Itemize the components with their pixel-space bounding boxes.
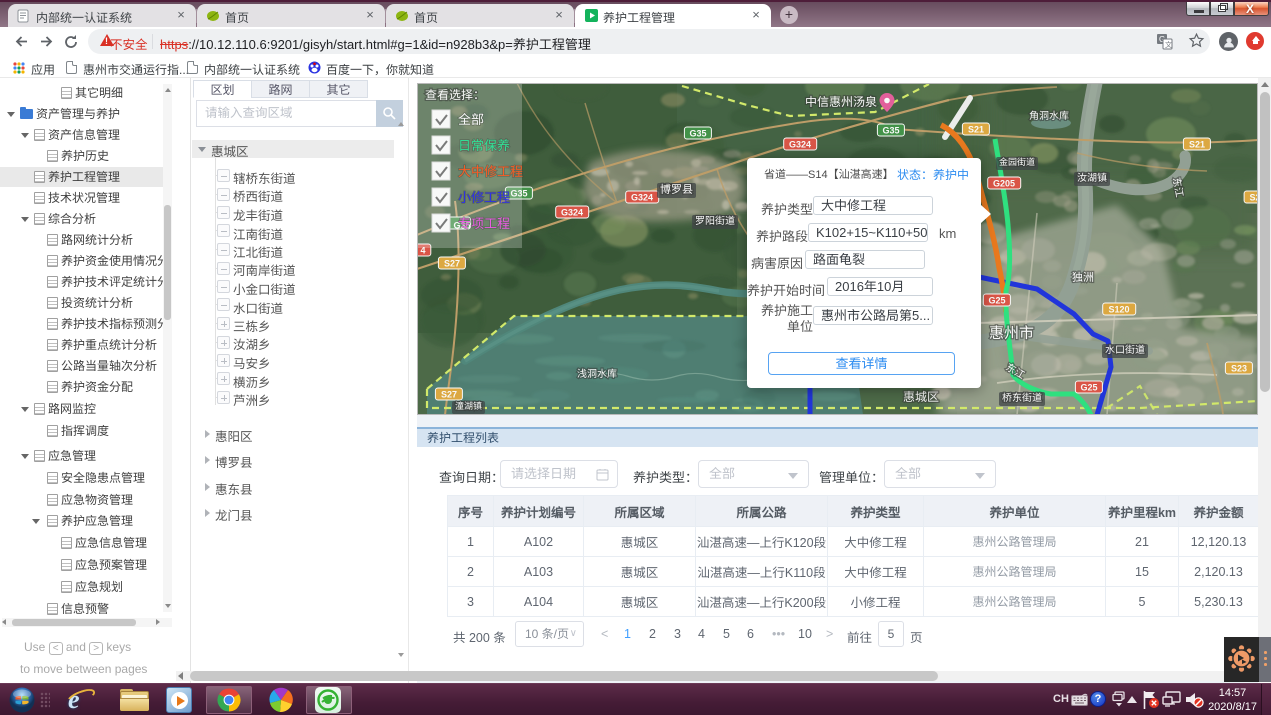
svg-text:文: 文 [1165,40,1172,49]
